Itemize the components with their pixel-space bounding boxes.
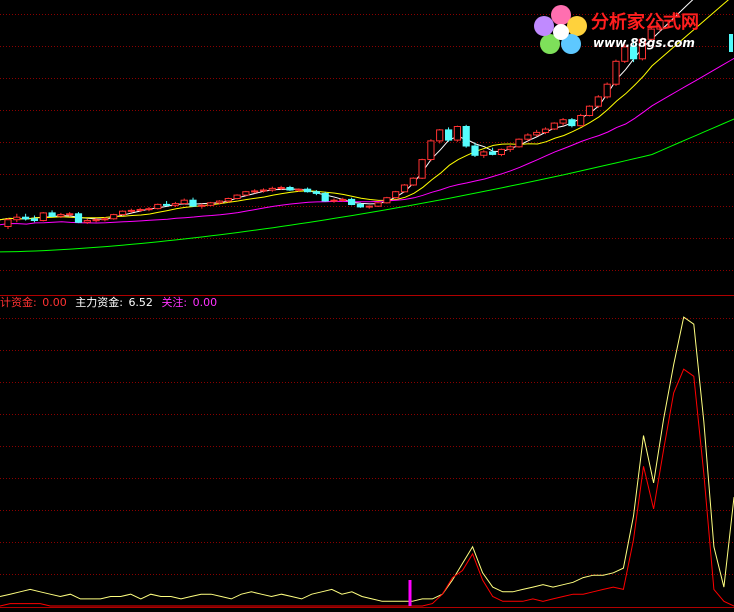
candle-body — [163, 203, 171, 206]
candle-body — [30, 218, 38, 222]
candle-body — [277, 187, 285, 189]
candle-body — [533, 131, 541, 136]
candle-body — [66, 213, 74, 216]
calc-fund-value: 0.00 — [42, 296, 67, 309]
candle-body — [57, 214, 65, 217]
candle-body — [74, 213, 83, 223]
candle-body — [83, 220, 91, 223]
candle-body — [189, 199, 197, 207]
candle-body — [13, 216, 21, 221]
candle-body — [171, 203, 180, 206]
candle-body — [418, 159, 426, 179]
main-fund-label: 主力资金: — [75, 296, 123, 309]
calc-fund-label: 计资金: — [0, 296, 37, 309]
candle-body — [550, 122, 558, 130]
candle-body — [489, 151, 497, 155]
candle-body — [286, 187, 294, 191]
candle-body — [365, 205, 373, 208]
candle-body — [22, 216, 30, 220]
candle-body — [127, 209, 136, 212]
candle-body — [154, 203, 162, 210]
candle-body — [594, 96, 602, 107]
candle-body — [251, 190, 259, 193]
candle-body — [145, 208, 153, 211]
candle-body — [224, 198, 232, 202]
calc-fund-line — [0, 368, 734, 607]
logo-name: 分析家公式网 — [591, 12, 699, 33]
candle-body — [471, 145, 479, 156]
candle-body — [348, 198, 356, 205]
candle-body — [268, 187, 276, 191]
candle-body — [259, 189, 268, 192]
candle-body — [4, 219, 12, 227]
candle-body — [541, 128, 550, 134]
candle-body — [339, 198, 347, 201]
candle-body — [400, 184, 409, 193]
ma-longest-line — [0, 118, 734, 253]
candle-body — [374, 202, 382, 207]
candle-body — [585, 105, 594, 116]
candle-body — [207, 202, 215, 206]
flower-icon — [534, 5, 587, 54]
candle-body — [559, 119, 567, 124]
candle-body — [356, 203, 364, 208]
candle-body — [568, 119, 576, 127]
candle-body — [577, 115, 585, 127]
candle-body — [233, 194, 241, 200]
candle-body — [215, 200, 224, 204]
candle-body — [180, 199, 188, 205]
candle-body — [480, 151, 488, 156]
right-edge-marker — [729, 34, 733, 52]
candle-body — [453, 126, 461, 141]
candle-body — [436, 129, 444, 142]
focus-label: 关注: — [161, 296, 188, 309]
site-logo: 分析家公式网 www.88gs.com — [533, 4, 728, 56]
candle-body — [242, 191, 250, 196]
indicator-legend: 计资金: 0.00 主力资金: 6.52 关注: 0.00 — [0, 295, 219, 311]
candle-body — [110, 214, 118, 220]
candle-body — [409, 177, 417, 186]
candle-body — [321, 192, 329, 202]
candle-body — [506, 146, 514, 150]
candle-body — [136, 209, 144, 211]
focus-value: 0.00 — [192, 296, 218, 309]
main-fund-line — [0, 316, 734, 602]
candle-body — [524, 134, 532, 140]
candle-body — [445, 129, 453, 141]
candle-body — [101, 218, 109, 221]
candle-body — [312, 191, 320, 194]
candle-body — [198, 204, 206, 207]
candle-body — [427, 140, 435, 160]
logo-url: www.88gs.com — [593, 36, 695, 50]
candle-body — [119, 210, 127, 216]
candle-body — [304, 188, 312, 193]
candle-body — [515, 138, 523, 148]
candle-body — [462, 126, 470, 147]
candle-body — [39, 212, 47, 221]
candle-body — [383, 197, 391, 204]
candle-body — [603, 83, 611, 98]
candle-body — [92, 219, 100, 222]
candle-body — [497, 148, 505, 155]
candle-body — [392, 191, 400, 199]
candle-body — [48, 212, 56, 217]
candle-body — [612, 60, 620, 85]
candle-body — [330, 199, 338, 202]
main-fund-value: 6.52 — [128, 296, 153, 309]
candle-body — [295, 188, 303, 191]
